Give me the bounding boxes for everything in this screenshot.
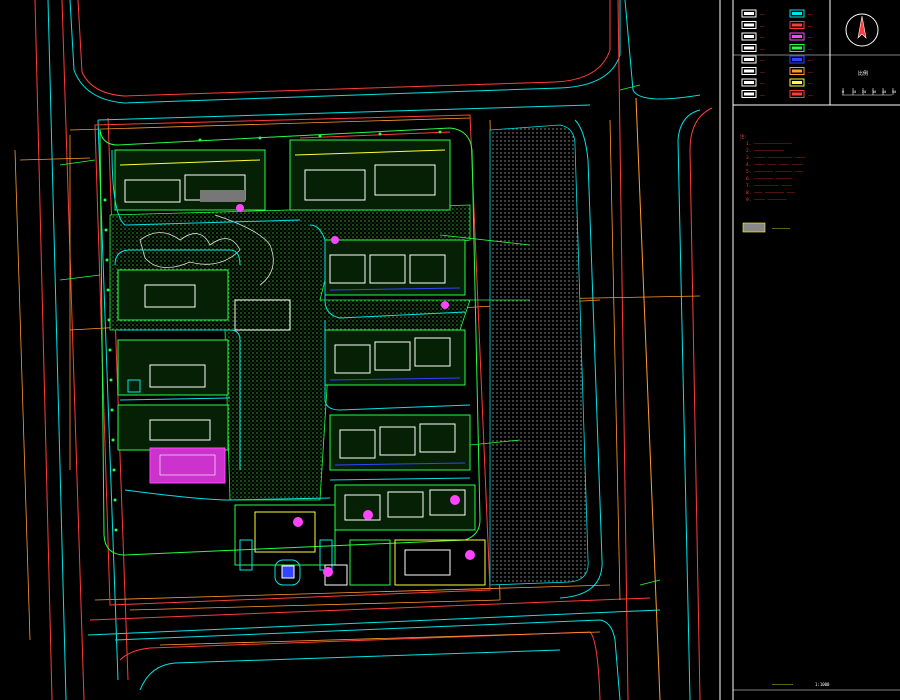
legend-swatch-fill: [792, 92, 802, 96]
legend-label: ——: [808, 70, 813, 75]
legend-label: ——: [760, 81, 765, 86]
legend-label: ——: [760, 70, 765, 75]
legend-swatch-fill: [744, 81, 754, 84]
legend-label: ——: [808, 58, 813, 63]
scale-bar-label: 比例: [858, 70, 868, 77]
legend-swatch-fill: [792, 46, 802, 50]
scale-bar: 比例 0 10 20 30 40 50: [842, 70, 896, 96]
notes-legend-swatch: [742, 222, 766, 233]
legend-label: ——: [760, 24, 765, 29]
legend-swatch-fill: [744, 69, 754, 73]
legend-swatch-fill: [792, 69, 802, 73]
legend-label: ——: [808, 24, 813, 29]
legend-label: ——: [808, 81, 813, 86]
legend-swatch-fill: [744, 35, 754, 38]
legend-swatch-fill: [792, 12, 802, 15]
note-line: 4. ———— ——— ———— ————: [746, 162, 803, 168]
note-line: 9. ———— ———————: [746, 197, 787, 203]
legend-swatch-fill: [792, 35, 802, 38]
notes-block: 注:1. ——————————————2. ———————————3. ————…: [740, 133, 806, 203]
legend-label: ——: [808, 47, 813, 52]
block-top-left: [114, 149, 266, 211]
notes-legend-label: ——————: [772, 226, 791, 232]
legend-label: ——: [760, 58, 765, 63]
parking-area: [489, 124, 589, 586]
scale-bar-ticks: 0 10 20 30 40 50: [842, 88, 896, 95]
legend-label: ——: [760, 35, 765, 40]
block-top-middle: [289, 131, 451, 211]
note-line: 3. ———— ————————— ————: [746, 155, 806, 161]
block-right-row-1: [324, 239, 466, 296]
note-line: 2. ———————————: [746, 148, 784, 154]
scale-tick-label: 0: [842, 90, 844, 94]
drawing-title: ———————: [772, 682, 794, 688]
legend-label: ——: [760, 93, 765, 98]
legend-swatch-fill: [792, 81, 802, 84]
note-line: 5. ——————— —————— ———: [746, 169, 803, 175]
legend-swatch-fill: [744, 23, 754, 27]
note-line: 1. ——————————————: [746, 141, 792, 147]
legend-swatch-fill: [792, 58, 802, 61]
drawing-scale: 1:1000: [815, 682, 830, 687]
legend-label: ——: [808, 35, 813, 40]
legend-label: ——: [808, 93, 813, 98]
block-right-row-3: [329, 414, 471, 471]
legend-table: —— —— —— —— —— —— —— —— —— —— —— —— —— —— —— ——: [741, 9, 813, 98]
legend-label: ——: [760, 12, 765, 17]
note-line: 注:: [740, 133, 747, 140]
block-bottom-right: [324, 539, 486, 586]
legend-swatch-fill: [792, 23, 802, 27]
site-plan-drawing: —— ———— ———— ———— ———— ———— ———— ———— —— 比例 0 10 2…: [14, 0, 900, 700]
legend-swatch-fill: [744, 12, 754, 15]
block-bottom-center: [234, 504, 336, 586]
scale-tick-label: 40: [882, 90, 886, 94]
title-block: [719, 0, 900, 700]
block-right-row-2: [324, 329, 466, 386]
block-left-row-3: [117, 404, 229, 451]
scale-tick-label: 10: [852, 90, 856, 94]
legend-swatch-fill: [744, 92, 754, 96]
scale-tick-label: 50: [892, 90, 896, 94]
legend-swatch-fill: [744, 58, 754, 61]
legend-swatch-fill: [744, 46, 754, 50]
legend-label: ——: [760, 47, 765, 52]
note-line: 7. ————————— ————: [746, 183, 792, 189]
scale-tick-label: 20: [862, 90, 866, 94]
amenity-building: [149, 447, 226, 484]
block-left-row-2: [117, 339, 229, 396]
legend-label: ——: [808, 12, 813, 17]
north-arrow-icon: [845, 13, 879, 47]
note-line: 6. ——————— ——————: [746, 176, 792, 182]
block-right-row-4: [334, 484, 476, 531]
scale-tick-label: 30: [872, 90, 876, 94]
note-line: 8. ——— ——————— ———: [746, 190, 795, 196]
